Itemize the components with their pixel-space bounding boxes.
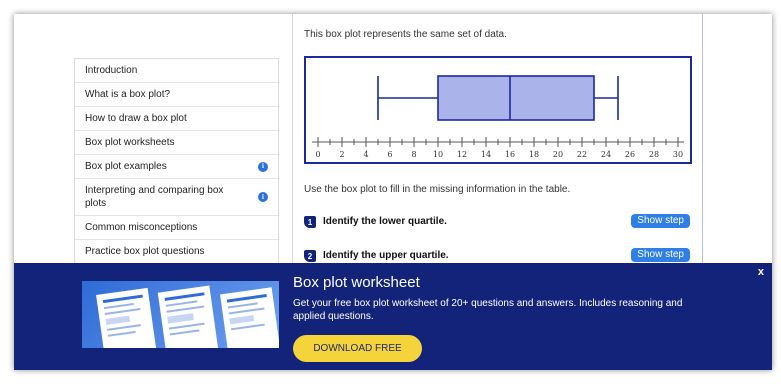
tick-label: 0 <box>315 150 320 159</box>
tick-label: 14 <box>481 150 491 159</box>
banner-title: Box plot worksheet <box>293 274 420 291</box>
sidebar-item-label: Box plot worksheets <box>85 137 175 148</box>
tick-label: 22 <box>577 150 587 159</box>
tick-label: 20 <box>553 150 563 159</box>
tick-label: 6 <box>387 150 392 159</box>
show-step-button[interactable]: Show step <box>631 214 690 228</box>
divider <box>702 14 703 274</box>
close-icon[interactable]: x <box>758 266 764 278</box>
sidebar-item-examples[interactable]: Box plot examples i <box>75 155 278 179</box>
interquartile-box <box>437 75 595 121</box>
tick-label: 10 <box>433 150 443 159</box>
intro-text: This box plot represents the same set of… <box>304 29 507 40</box>
download-free-button[interactable]: DOWNLOAD FREE <box>293 335 422 362</box>
tick-label: 2 <box>339 150 344 159</box>
tick-label: 28 <box>649 150 659 159</box>
box-plot-chart: 0 2 4 6 8 10 12 14 16 18 20 22 24 26 28 30 <box>312 75 684 159</box>
sidebar-item-label: Practice box plot questions <box>85 246 205 257</box>
box-plot-figure: 0 2 4 6 8 10 12 14 16 18 20 22 24 26 28 30 <box>304 56 692 164</box>
sidebar-item-introduction[interactable]: Introduction <box>75 59 278 83</box>
sidebar-item-label: Common misconceptions <box>85 222 198 233</box>
sidebar-item-how-to-draw[interactable]: How to draw a box plot <box>75 107 278 131</box>
sidebar-item-label: Box plot examples <box>85 161 167 172</box>
question-1: 1 Identify the lower quartile. Show step <box>304 214 694 232</box>
banner-description: Get your free box plot worksheet of 20+ … <box>293 298 683 322</box>
question-text: Identify the lower quartile. <box>323 216 447 227</box>
worksheet-banner: x Box plot worksheet Get your free box p… <box>14 263 772 370</box>
sidebar-item-interpreting[interactable]: Interpreting and comparing box plots i <box>75 179 278 216</box>
tick-label: 26 <box>625 150 635 159</box>
tick-label: 18 <box>529 150 539 159</box>
info-icon: i <box>258 161 268 172</box>
tick-label: 4 <box>363 150 368 159</box>
sidebar-item-label: What is a box plot? <box>85 89 171 100</box>
tick-label: 24 <box>601 150 611 159</box>
page: Introduction What is a box plot? How to … <box>14 14 772 370</box>
info-icon: i <box>258 192 268 202</box>
tick-label: 16 <box>505 150 515 159</box>
sidebar-item-misconceptions[interactable]: Common misconceptions <box>75 216 278 240</box>
sidebar-item-label: Interpreting and comparing box plots <box>85 185 224 209</box>
tick-label: 30 <box>673 150 683 159</box>
question-text: Identify the upper quartile. <box>323 250 449 261</box>
table-of-contents: Introduction What is a box plot? How to … <box>74 58 279 265</box>
step-number-badge: 1 <box>304 216 316 228</box>
step-number-badge: 2 <box>304 250 316 262</box>
sidebar-item-label: How to draw a box plot <box>85 113 187 124</box>
sidebar-item-label: Introduction <box>85 65 138 76</box>
tick-label: 8 <box>411 150 416 159</box>
divider <box>292 14 293 274</box>
sidebar-item-what-is-a-box-plot[interactable]: What is a box plot? <box>75 83 278 107</box>
sidebar-item-practice[interactable]: Practice box plot questions <box>75 240 278 264</box>
instruction-text: Use the box plot to fill in the missing … <box>304 184 571 195</box>
show-step-button[interactable]: Show step <box>631 248 690 262</box>
tick-label: 12 <box>457 150 467 159</box>
worksheet-preview-image <box>82 281 279 348</box>
sidebar-item-worksheets[interactable]: Box plot worksheets <box>75 131 278 155</box>
